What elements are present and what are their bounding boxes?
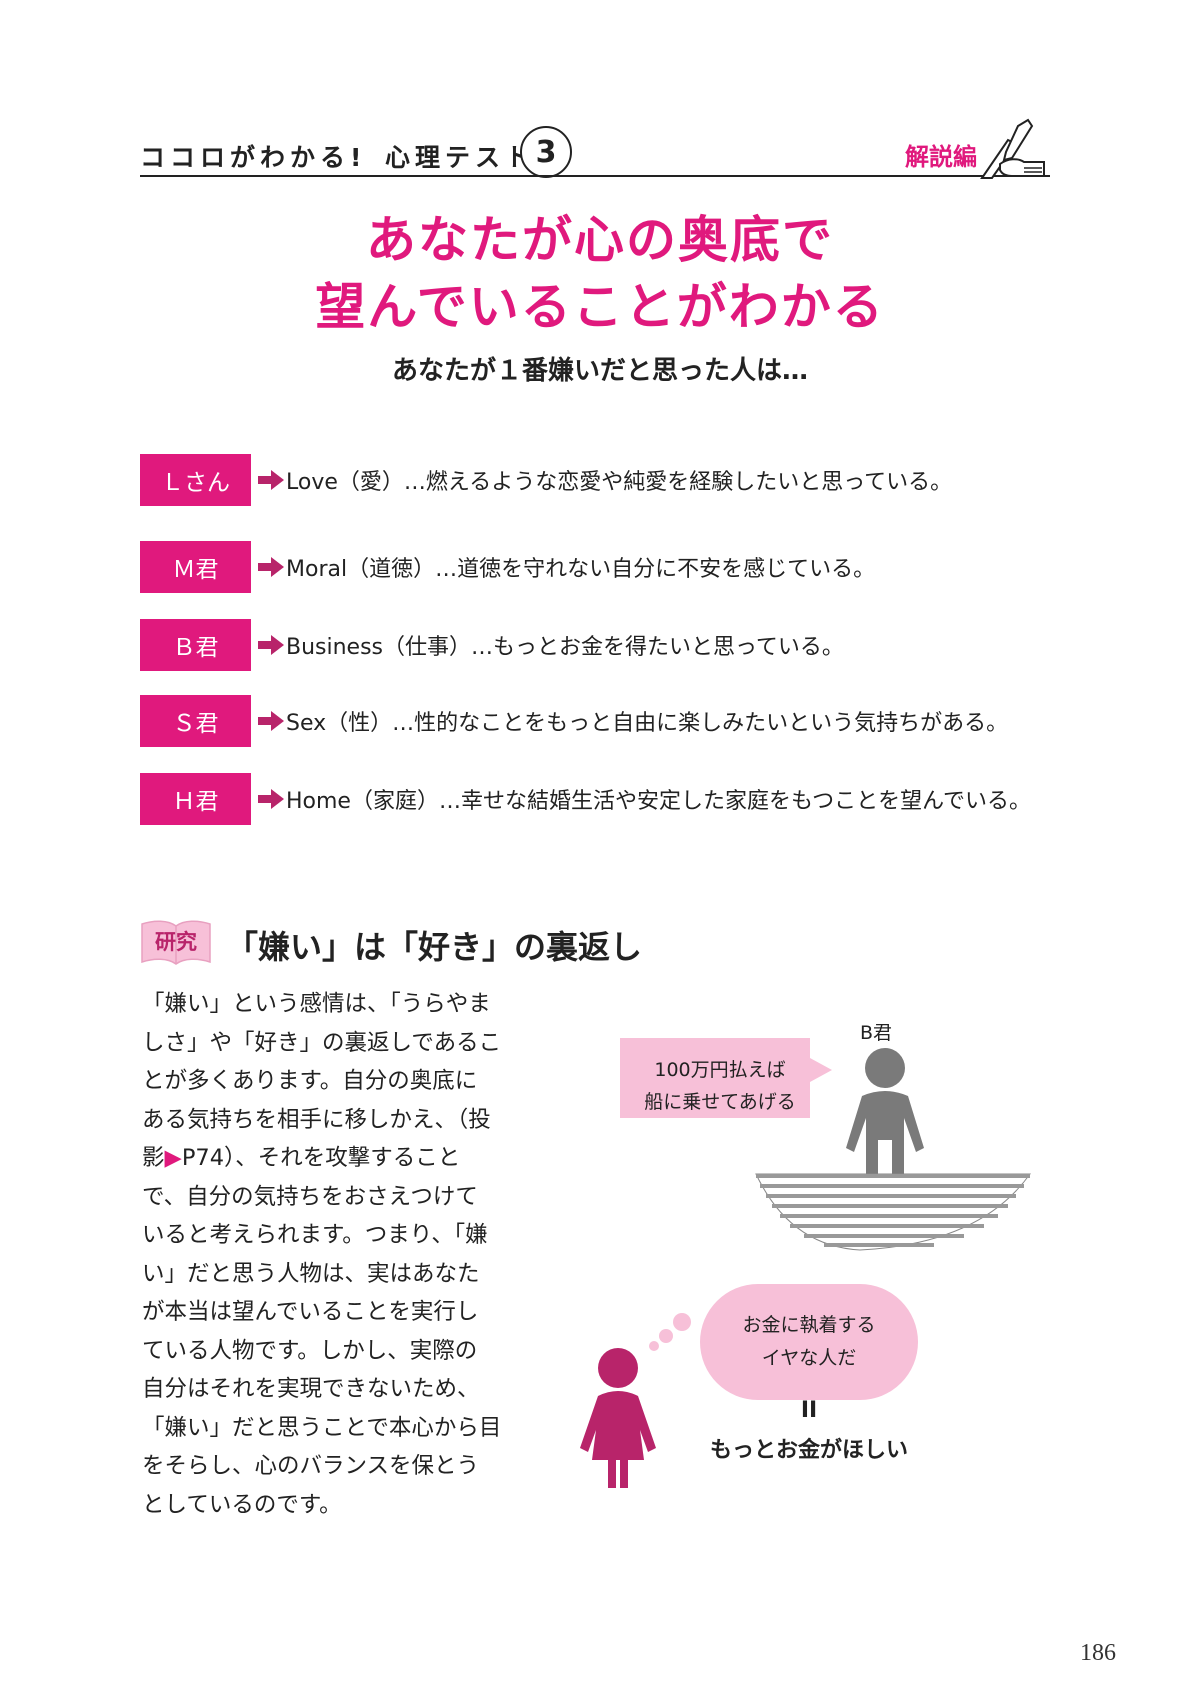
page-number: 186 xyxy=(1080,1640,1116,1666)
header-rule xyxy=(140,175,1050,177)
body-line: ある気持ちを相手に移しかえ、（投 xyxy=(142,1106,491,1133)
reference-arrow-icon: ▶ xyxy=(164,1145,182,1171)
result-text: Home（家庭）…幸せな結婚生活や安定した家庭をもつことを望んでいる。 xyxy=(286,789,1031,814)
person-label: B君 xyxy=(860,1022,893,1044)
result-text: Business（仕事）…もっとお金を得たいと思っている。 xyxy=(286,635,844,660)
body-line: とが多くあります。自分の奥底に xyxy=(142,1068,478,1094)
result-row-l: Ｌさん Love（愛）…燃えるような恋愛や純愛を経験したいと思っている。 xyxy=(140,454,1100,506)
result-tag: Ｓ君 xyxy=(140,695,251,747)
speech-text-line-2: 船に乗せてあげる xyxy=(644,1091,796,1113)
result-text: Love（愛）…燃えるような恋愛や純愛を経験したいと思っている。 xyxy=(286,470,953,495)
body-line: 「嫌い」という感情は、「うらやま xyxy=(142,991,491,1017)
thought-bubble xyxy=(649,1284,918,1400)
thought-text-line-2: イヤな人だ xyxy=(761,1347,857,1369)
result-tag: Ｍ君 xyxy=(140,541,251,593)
test-label: 心理テスト xyxy=(385,143,536,172)
body-line: 自分はそれを実現できないため、 xyxy=(142,1376,480,1402)
body-line: としているのです。 xyxy=(142,1491,342,1518)
arrow-right-icon xyxy=(258,789,284,809)
arrow-right-icon xyxy=(258,635,284,655)
result-row-h: Ｈ君 Home（家庭）…幸せな結婚生活や安定した家庭をもつことを望んでいる。 xyxy=(140,773,1100,825)
research-heading: 「嫌い」は「好き」の裏返し xyxy=(226,928,643,966)
result-tag: Ｂ君 xyxy=(140,619,251,671)
series-title: ココロがわかる! xyxy=(140,143,367,172)
body-line: ている人物です。しかし、実際の xyxy=(142,1337,478,1364)
person-gray-icon xyxy=(846,1048,924,1176)
equals-sign: II xyxy=(800,1398,818,1423)
body-line: が本当は望んでいることを実行し xyxy=(142,1299,479,1325)
result-tag: Ｌさん xyxy=(140,454,251,506)
speech-text-line-1: 100万円払えば xyxy=(654,1059,786,1081)
result-text: Sex（性）…性的なことをもっと自由に楽しみたいという気持ちがある。 xyxy=(286,711,1009,736)
result-tag: Ｈ君 xyxy=(140,773,251,825)
body-line: をそらし、心のバランスを保とう xyxy=(142,1453,480,1479)
page-title-line-1: あなたが心の奥底で xyxy=(366,211,834,269)
research-badge-label: 研究 xyxy=(155,930,197,954)
body-fragment: P74）、それを攻撃すること xyxy=(181,1145,461,1171)
body-line: しさ」や「好き」の裏返しであるこ xyxy=(142,1029,502,1056)
result-row-b: Ｂ君 Business（仕事）…もっとお金を得たいと思っている。 xyxy=(140,619,1100,671)
body-line: いると考えられます。つまり、「嫌 xyxy=(142,1222,488,1248)
section-label: 解説編 xyxy=(905,143,977,171)
conclusion-text: もっとお金がほしい xyxy=(709,1438,908,1463)
subtitle: あなたが１番嫌いだと思った人は… xyxy=(391,356,808,386)
arrow-right-icon xyxy=(258,711,284,731)
body-line: い」だと思う人物は、実はあなた xyxy=(142,1260,480,1287)
body-line: で、自分の気持ちをおさえつけて xyxy=(142,1183,478,1210)
body-line: 「嫌い」だと思うことで本心から目 xyxy=(142,1414,502,1441)
body-fragment: 影 xyxy=(142,1145,165,1171)
research-body: 「嫌い」という感情は、「うらやま しさ」や「好き」の裏返しであるこ とが多くあり… xyxy=(142,985,512,1524)
research-badge: 研究 xyxy=(140,918,212,966)
result-row-s: Ｓ君 Sex（性）…性的なことをもっと自由に楽しみたいという気持ちがある。 xyxy=(140,695,1100,747)
arrow-right-icon xyxy=(258,470,284,490)
boat-icon xyxy=(755,1173,1031,1251)
pen-hand-icon xyxy=(980,118,1045,179)
thought-text-line-1: お金に執着する xyxy=(742,1314,876,1336)
arrow-right-icon xyxy=(258,557,284,577)
result-row-m: Ｍ君 Moral（道徳）…道徳を守れない自分に不安を感じている。 xyxy=(140,541,1100,593)
test-number-badge: 3 xyxy=(520,126,572,178)
result-text: Moral（道徳）…道徳を守れない自分に不安を感じている。 xyxy=(286,557,876,582)
page-title-line-2: 望んでいることがわかる xyxy=(315,278,885,336)
person-magenta-icon xyxy=(580,1348,656,1488)
body-line: 影▶P74）、それを攻撃すること xyxy=(142,1139,512,1178)
